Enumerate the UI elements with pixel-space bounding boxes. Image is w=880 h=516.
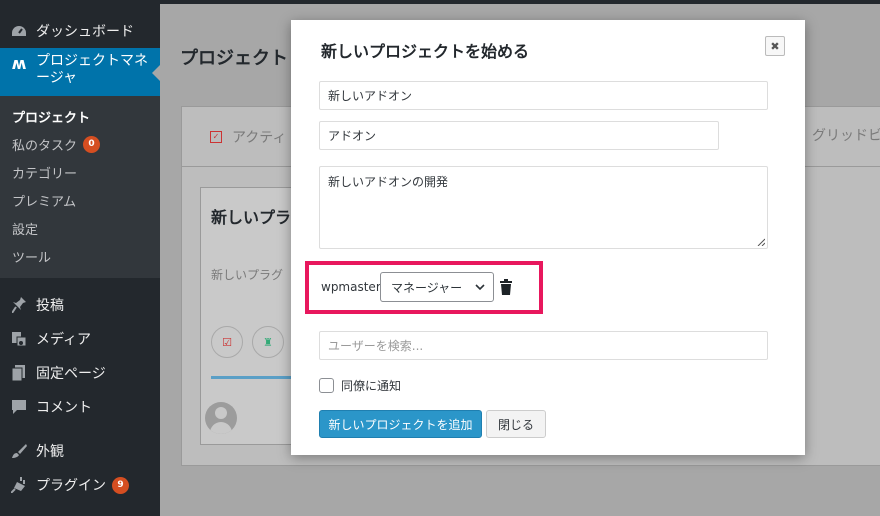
submenu-categories-label: カテゴリー xyxy=(12,166,78,182)
close-button[interactable]: ✖ xyxy=(765,36,785,56)
menu-plugins-label: プラグイン xyxy=(36,478,106,494)
submenu-premium-label: プレミアム xyxy=(12,194,77,210)
submenu-settings-label: 設定 xyxy=(12,222,39,238)
close-dialog-button[interactable]: 閉じる xyxy=(486,410,546,438)
my-tasks-count-badge: 0 xyxy=(83,135,101,153)
assigned-user-name: wpmaster xyxy=(321,280,381,294)
pin-icon xyxy=(9,295,29,315)
role-select-value: マネージャー xyxy=(391,280,463,295)
dashboard-icon xyxy=(9,21,29,41)
menu-media[interactable]: メディア xyxy=(0,322,160,356)
description-value: 新しいアドオンの開発 xyxy=(328,175,449,189)
progress-bar xyxy=(211,376,301,379)
menu-posts[interactable]: 投稿 xyxy=(0,288,160,322)
menu-pages-label: 固定ページ xyxy=(36,366,106,382)
project-card-title: 新しいプラ xyxy=(211,208,292,227)
project-card[interactable]: 新しいプラ 新しいプラグ ☑ ♜ xyxy=(200,187,301,445)
submenu-projects[interactable]: プロジェクト xyxy=(0,102,160,130)
submenu-settings[interactable]: 設定 xyxy=(0,214,160,242)
notify-label: 同僚に通知 xyxy=(341,379,402,393)
tab-active[interactable]: ✓ アクティ xyxy=(210,127,286,147)
submenu-my-tasks-label: 私のタスク xyxy=(12,138,78,154)
role-select[interactable]: マネージャー xyxy=(380,272,494,302)
task-icon[interactable]: ☑ xyxy=(211,326,243,358)
menu-dashboard-label: ダッシュボード xyxy=(36,24,134,40)
category-value: アドオン xyxy=(328,129,377,143)
close-icon: ✖ xyxy=(770,39,780,53)
menu-project-manager[interactable]: ʍ プロジェクトマネージャ xyxy=(0,48,160,96)
category-input[interactable]: アドオン xyxy=(319,121,719,150)
submenu-tools[interactable]: ツール xyxy=(0,242,160,270)
menu-comments[interactable]: コメント xyxy=(0,390,160,424)
close-dialog-button-label: 閉じる xyxy=(497,417,534,432)
plugins-update-badge: 9 xyxy=(112,476,129,494)
notify-row: 同僚に通知 xyxy=(319,377,401,394)
tab-active-label: アクティ xyxy=(232,130,287,146)
project-manager-icon: ʍ xyxy=(11,53,27,73)
media-icon xyxy=(9,329,29,349)
new-project-modal: 新しいプロジェクトを始める ✖ 新しいアドオン アドオン 新しいアドオンの開発 … xyxy=(291,20,805,455)
tab-grid-view[interactable]: グリッドビ xyxy=(812,125,880,145)
project-name-input[interactable]: 新しいアドオン xyxy=(319,81,768,110)
user-search-placeholder: ユーザーを検索... xyxy=(328,339,424,353)
menu-dashboard[interactable]: ダッシュボード xyxy=(0,14,160,48)
menu-appearance-label: 外観 xyxy=(36,444,64,460)
project-name-value: 新しいアドオン xyxy=(328,89,413,103)
comment-icon xyxy=(9,397,29,417)
submenu-categories[interactable]: カテゴリー xyxy=(0,158,160,186)
menu-posts-label: 投稿 xyxy=(36,298,64,314)
resize-handle-icon[interactable] xyxy=(757,238,765,246)
paintbrush-icon xyxy=(9,441,29,461)
menu-plugins[interactable]: プラグイン 9 xyxy=(0,468,160,502)
menu-media-label: メディア xyxy=(36,332,92,348)
submenu-tools-label: ツール xyxy=(12,250,52,266)
tab-grid-label: グリッドビ xyxy=(812,128,880,144)
submenu-premium[interactable]: プレミアム xyxy=(0,186,160,214)
menu-pages[interactable]: 固定ページ xyxy=(0,356,160,390)
chevron-down-icon xyxy=(475,284,485,291)
user-icon[interactable]: ♜ xyxy=(252,326,284,358)
page-title: プロジェクト xyxy=(180,48,288,69)
submenu-my-tasks[interactable]: 私のタスク 0 xyxy=(0,130,160,158)
avatar xyxy=(205,402,237,434)
menu-project-manager-label: プロジェクトマネージャ xyxy=(36,53,148,86)
modal-title: 新しいプロジェクトを始める xyxy=(321,42,530,61)
admin-sidebar: ダッシュボード ʍ プロジェクトマネージャ プロジェクト 私のタスク 0 カテゴリ… xyxy=(0,4,160,516)
menu-comments-label: コメント xyxy=(36,400,92,416)
add-project-button-label: 新しいプロジェクトを追加 xyxy=(328,417,473,432)
submenu-projects-label: プロジェクト xyxy=(12,110,91,126)
checkbox-icon: ✓ xyxy=(210,131,222,143)
notify-checkbox[interactable] xyxy=(319,378,334,393)
plugin-icon xyxy=(9,475,29,495)
menu-appearance[interactable]: 外観 xyxy=(0,434,160,468)
project-card-description: 新しいプラグ xyxy=(211,268,284,282)
description-textarea[interactable]: 新しいアドオンの開発 xyxy=(319,166,768,249)
add-project-button[interactable]: 新しいプロジェクトを追加 xyxy=(319,410,482,438)
pages-icon xyxy=(9,363,29,383)
user-search-input[interactable]: ユーザーを検索... xyxy=(319,331,768,360)
trash-icon[interactable] xyxy=(500,279,512,295)
project-manager-submenu: プロジェクト 私のタスク 0 カテゴリー プレミアム 設定 ツール xyxy=(0,96,160,278)
